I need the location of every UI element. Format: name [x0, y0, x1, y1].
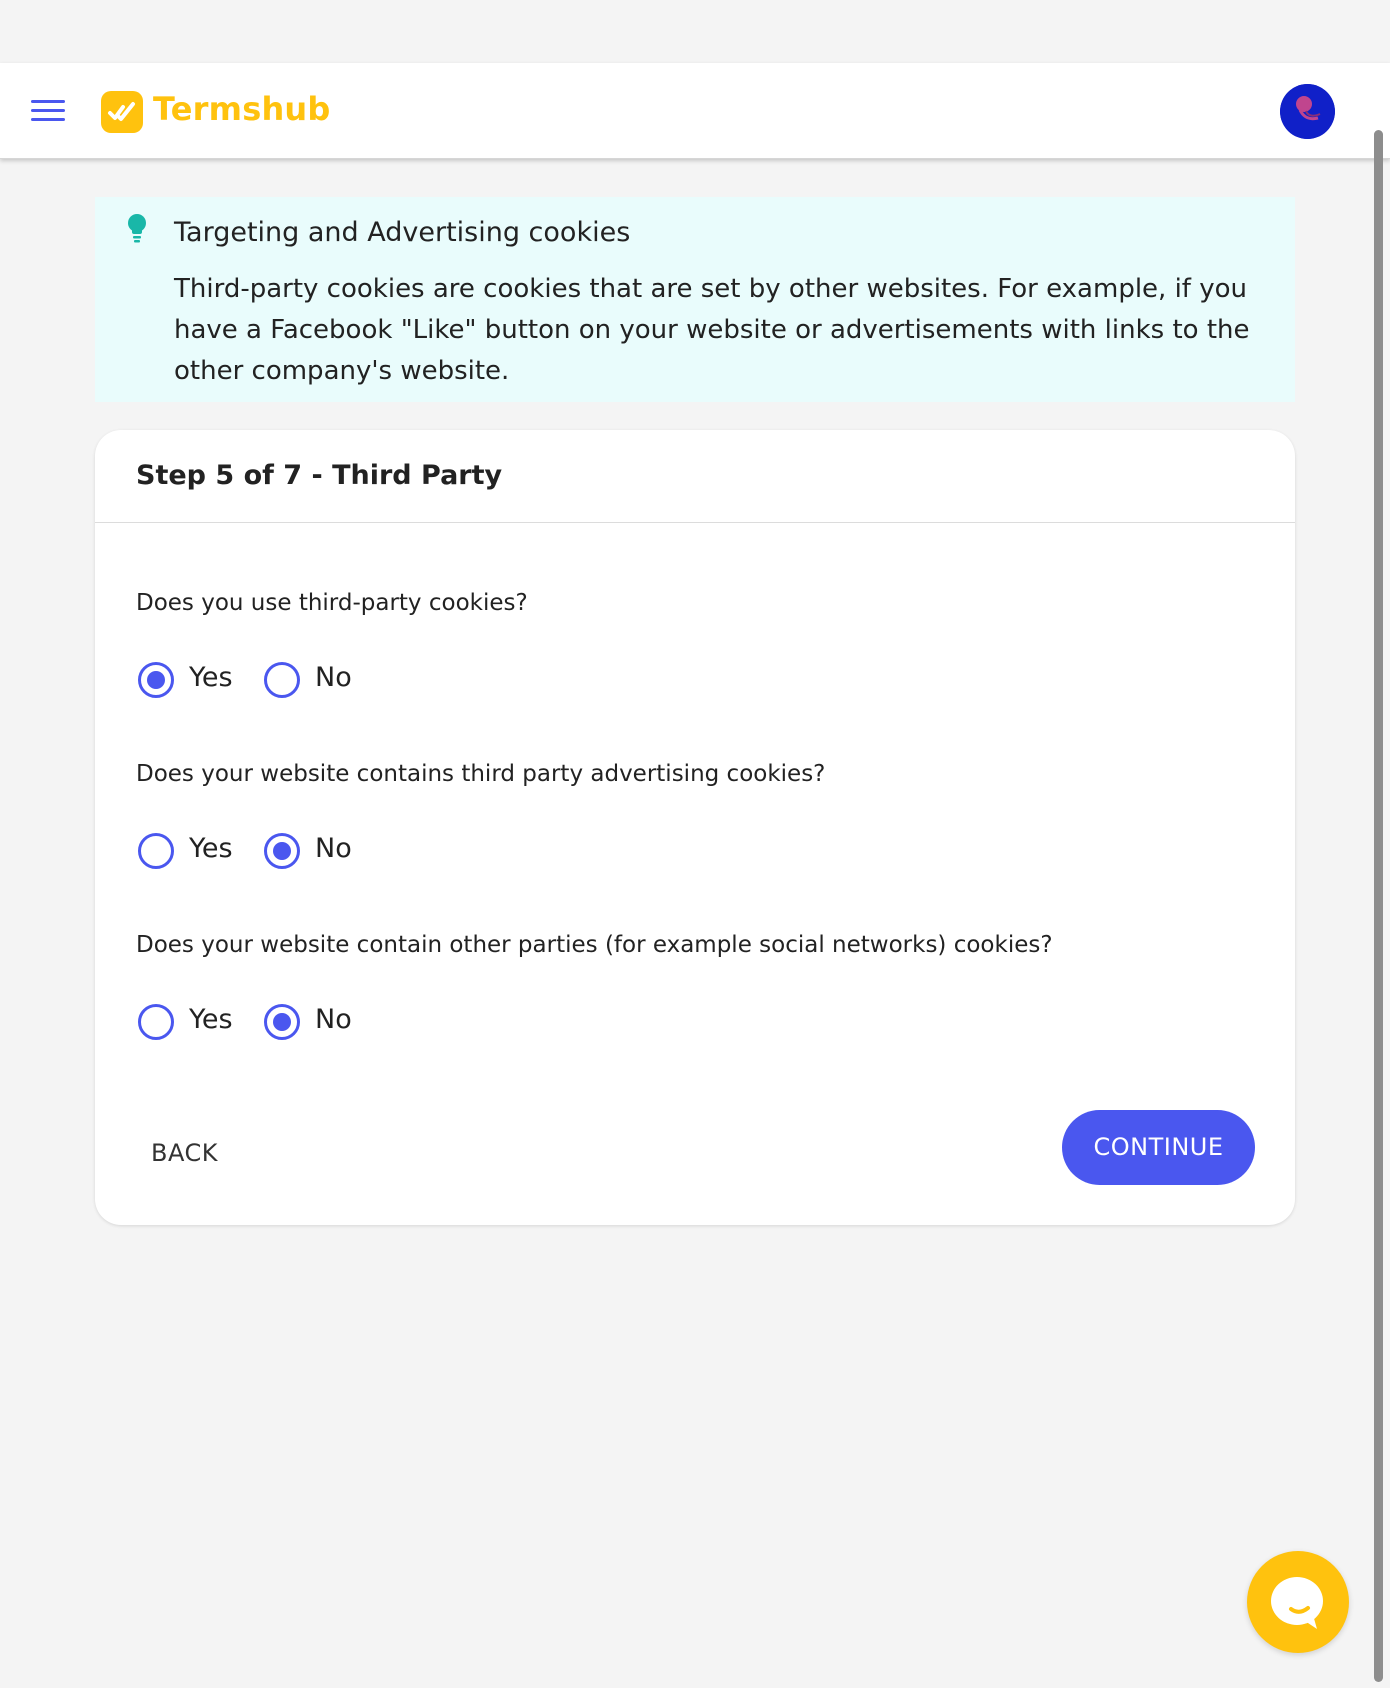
chat-bubble-icon[interactable] [1247, 1551, 1349, 1653]
info-banner: Targeting and Advertising cookies Third-… [95, 197, 1295, 402]
radio-label-yes: Yes [189, 1004, 233, 1035]
radio-button-checked[interactable] [264, 1004, 300, 1040]
radio-label-no: No [315, 662, 352, 693]
radio-button[interactable] [138, 833, 174, 869]
radio-button-checked[interactable] [264, 833, 300, 869]
step-title: Step 5 of 7 - Third Party [136, 460, 503, 491]
termshub-logo-icon[interactable] [101, 91, 143, 133]
continue-button[interactable]: CONTINUE [1062, 1110, 1255, 1185]
back-button[interactable]: BACK [151, 1130, 261, 1176]
card-header: Step 5 of 7 - Third Party [95, 430, 1295, 523]
radio-label-no: No [315, 833, 352, 864]
step-card: Step 5 of 7 - Third Party Does you use t… [95, 430, 1295, 1225]
page: Termshub Targeting and Advertising cooki… [0, 0, 1390, 1688]
radio-button[interactable] [138, 1004, 174, 1040]
question-social-network-cookies: Does your website contain other parties … [136, 932, 1053, 958]
radio-button[interactable] [264, 662, 300, 698]
app-name[interactable]: Termshub [153, 90, 331, 128]
lightbulb-icon [126, 213, 148, 243]
hamburger-menu-icon[interactable] [31, 100, 65, 122]
user-avatar[interactable] [1280, 84, 1335, 139]
radio-button-checked[interactable] [138, 662, 174, 698]
question-advertising-cookies: Does your website contains third party a… [136, 761, 826, 787]
info-title: Targeting and Advertising cookies [174, 217, 631, 248]
question-third-party-cookies: Does you use third-party cookies? [136, 590, 528, 616]
radio-label-yes: Yes [189, 833, 233, 864]
radio-label-yes: Yes [189, 662, 233, 693]
top-app-bar: Termshub [0, 63, 1390, 159]
info-text: Third-party cookies are cookies that are… [174, 274, 1250, 386]
radio-label-no: No [315, 1004, 352, 1035]
scrollbar[interactable] [1374, 130, 1383, 1682]
